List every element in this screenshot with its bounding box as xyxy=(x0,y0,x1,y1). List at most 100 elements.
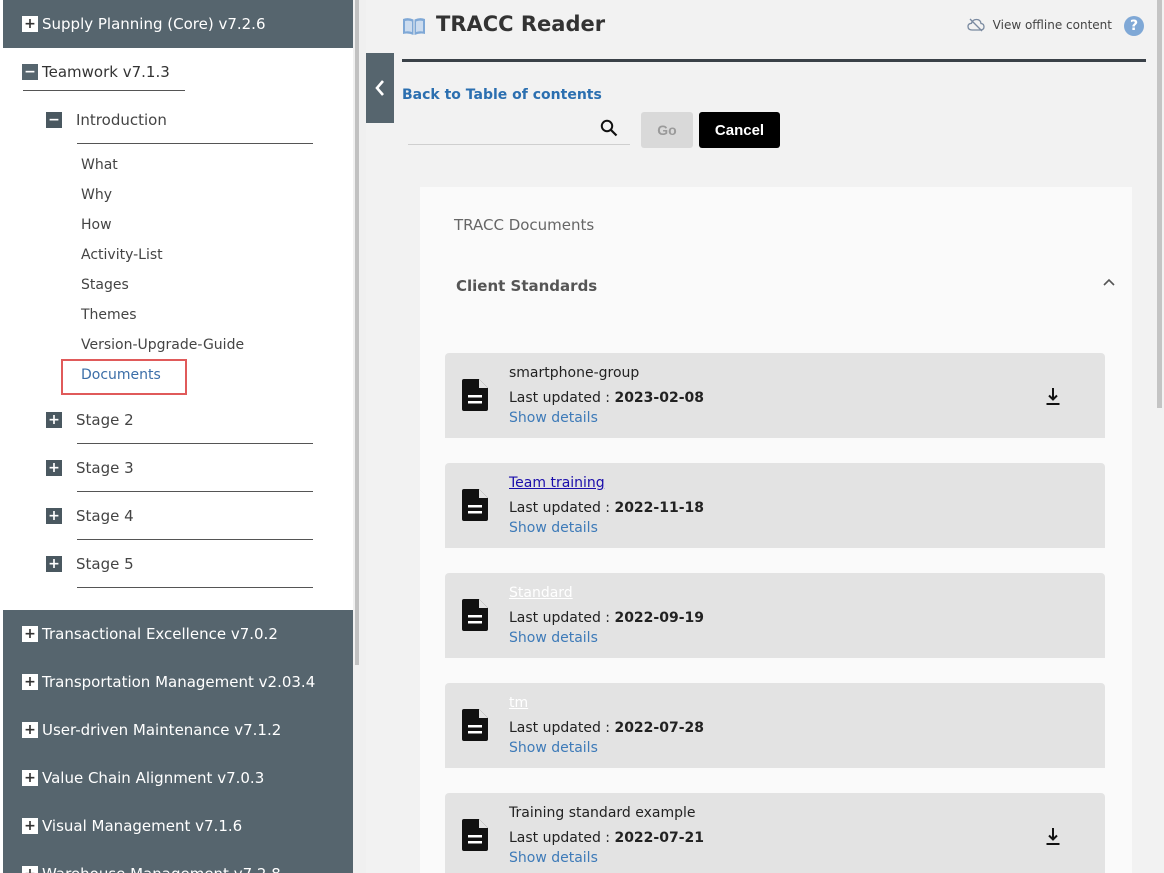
scrollbar-thumb[interactable] xyxy=(355,0,359,665)
search-icon[interactable] xyxy=(600,119,618,137)
cancel-button[interactable]: Cancel xyxy=(699,112,780,148)
expand-plus-icon[interactable]: + xyxy=(22,818,38,834)
group-label: Stage 4 xyxy=(76,507,134,525)
expand-plus-icon[interactable]: + xyxy=(22,16,38,32)
show-details-link[interactable]: Show details xyxy=(509,520,598,536)
last-updated: Last updated : 2022-09-19 xyxy=(509,610,704,626)
sidebar-group-introduction[interactable]: − Introduction xyxy=(3,96,353,144)
sidebar-item-version-upgrade-guide[interactable]: Version-Upgrade-Guide xyxy=(3,330,353,360)
sidebar-item-documents[interactable]: Documents xyxy=(3,359,353,395)
panel-title: TRACC Documents xyxy=(454,216,595,234)
expand-plus-icon[interactable]: + xyxy=(22,626,38,642)
last-updated: Last updated : 2022-11-18 xyxy=(509,500,704,516)
show-details-link[interactable]: Show details xyxy=(509,740,598,756)
product-label: Transportation Management v2.03.4 xyxy=(42,673,316,691)
sidebar-products-bottom: + Transactional Excellence v7.0.2 + Tran… xyxy=(3,610,353,873)
sidebar-item-what[interactable]: What xyxy=(3,150,353,180)
sidebar-item-how[interactable]: How xyxy=(3,210,353,240)
expand-plus-icon[interactable]: + xyxy=(46,460,62,476)
document-name-link[interactable]: Team training xyxy=(509,475,605,491)
last-updated-prefix: Last updated : xyxy=(509,500,615,516)
go-button[interactable]: Go xyxy=(641,112,693,148)
collapse-minus-icon[interactable]: − xyxy=(22,64,38,80)
show-details-link[interactable]: Show details xyxy=(509,850,598,866)
page-title: TRACC Reader xyxy=(436,12,606,36)
expand-plus-icon[interactable]: + xyxy=(46,412,62,428)
last-updated-date: 2022-07-28 xyxy=(614,720,705,736)
last-updated-prefix: Last updated : xyxy=(509,720,615,736)
sidebar-item-stages[interactable]: Stages xyxy=(3,270,353,300)
last-updated-prefix: Last updated : xyxy=(509,390,615,406)
last-updated-date: 2022-07-21 xyxy=(614,830,705,846)
show-details-link[interactable]: Show details xyxy=(509,630,598,646)
last-updated-prefix: Last updated : xyxy=(509,610,615,626)
sidebar-product-value-chain-alignment[interactable]: + Value Chain Alignment v7.0.3 xyxy=(3,754,353,802)
chevron-up-icon[interactable] xyxy=(1102,275,1116,289)
collapse-minus-icon[interactable]: − xyxy=(46,112,62,128)
expand-plus-icon[interactable]: + xyxy=(22,674,38,690)
sidebar-group-stage-4[interactable]: + Stage 4 xyxy=(3,492,353,540)
help-icon[interactable]: ? xyxy=(1124,16,1144,36)
main-scrollbar[interactable] xyxy=(1156,0,1164,873)
sidebar-product-user-driven-maintenance[interactable]: + User-driven Maintenance v7.1.2 xyxy=(3,706,353,754)
product-label: Transactional Excellence v7.0.2 xyxy=(42,625,278,643)
sidebar-group-stage-3[interactable]: + Stage 3 xyxy=(3,444,353,492)
last-updated-prefix: Last updated : xyxy=(509,830,615,846)
download-icon[interactable] xyxy=(1045,386,1061,406)
document-icon xyxy=(462,819,488,851)
view-offline-link[interactable]: View offline content xyxy=(967,18,1112,32)
expand-plus-icon[interactable]: + xyxy=(22,866,38,873)
document-card: Team training Last updated : 2022-11-18 … xyxy=(445,463,1105,548)
group-label: Stage 5 xyxy=(76,555,134,573)
back-to-toc-link[interactable]: Back to Table of contents xyxy=(402,87,602,103)
group-label: Stage 2 xyxy=(76,411,134,429)
expand-plus-icon[interactable]: + xyxy=(22,722,38,738)
sidebar-tree: + Supply Planning (Core) v7.2.6 − Teamwo… xyxy=(3,0,353,873)
sidebar-item-themes[interactable]: Themes xyxy=(3,300,353,330)
product-label: User-driven Maintenance v7.1.2 xyxy=(42,721,282,739)
document-name-link[interactable]: Standard xyxy=(509,585,573,601)
last-updated: Last updated : 2022-07-28 xyxy=(509,720,704,736)
document-card: Standard Last updated : 2022-09-19 Show … xyxy=(445,573,1105,658)
sidebar-product-transportation-management[interactable]: + Transportation Management v2.03.4 xyxy=(3,658,353,706)
app-header: TRACC Reader View offline content ? xyxy=(402,0,1146,62)
document-name-link[interactable]: tm xyxy=(509,695,528,711)
sidebar-product-teamwork[interactable]: − Teamwork v7.1.3 xyxy=(3,48,353,96)
last-updated-date: 2022-09-19 xyxy=(614,610,705,626)
sidebar: + Supply Planning (Core) v7.2.6 − Teamwo… xyxy=(0,0,366,873)
document-name: smartphone-group xyxy=(509,365,640,381)
cloud-icon xyxy=(967,18,985,32)
chevron-left-icon xyxy=(375,80,384,96)
main-content: TRACC Reader View offline content ? Back… xyxy=(366,0,1164,873)
expand-plus-icon[interactable]: + xyxy=(22,770,38,786)
collapse-sidebar-button[interactable] xyxy=(366,53,394,123)
documents-panel: TRACC Documents Client Standards smartph… xyxy=(420,187,1132,873)
highlight-box xyxy=(61,359,187,395)
show-details-link[interactable]: Show details xyxy=(509,410,598,426)
document-card: smartphone-group Last updated : 2023-02-… xyxy=(445,353,1105,438)
sidebar-item-why[interactable]: Why xyxy=(3,180,353,210)
divider xyxy=(77,143,313,144)
search-input[interactable] xyxy=(408,114,588,144)
sidebar-product-warehouse-management[interactable]: + Warehouse Management v7.2.8 xyxy=(3,850,353,873)
sidebar-product-supply-planning[interactable]: + Supply Planning (Core) v7.2.6 xyxy=(3,0,353,48)
product-label: Value Chain Alignment v7.0.3 xyxy=(42,769,265,787)
sidebar-product-visual-management[interactable]: + Visual Management v7.1.6 xyxy=(3,802,353,850)
product-label: Warehouse Management v7.2.8 xyxy=(42,865,281,873)
sidebar-scrollbar[interactable] xyxy=(353,0,366,873)
sidebar-group-stage-5[interactable]: + Stage 5 xyxy=(3,540,353,588)
product-label: Supply Planning (Core) v7.2.6 xyxy=(42,15,266,33)
offline-label: View offline content xyxy=(992,18,1112,32)
section-title[interactable]: Client Standards xyxy=(456,277,597,295)
search-box xyxy=(408,114,630,145)
download-icon[interactable] xyxy=(1045,826,1061,846)
product-label: Visual Management v7.1.6 xyxy=(42,817,243,835)
sidebar-group-stage-2[interactable]: + Stage 2 xyxy=(3,396,353,444)
expand-plus-icon[interactable]: + xyxy=(46,556,62,572)
document-card: Training standard example Last updated :… xyxy=(445,793,1105,873)
sidebar-product-transactional-excellence[interactable]: + Transactional Excellence v7.0.2 xyxy=(3,610,353,658)
sidebar-item-activity-list[interactable]: Activity-List xyxy=(3,240,353,270)
document-icon xyxy=(462,709,488,741)
expand-plus-icon[interactable]: + xyxy=(46,508,62,524)
scrollbar-thumb[interactable] xyxy=(1157,0,1162,408)
